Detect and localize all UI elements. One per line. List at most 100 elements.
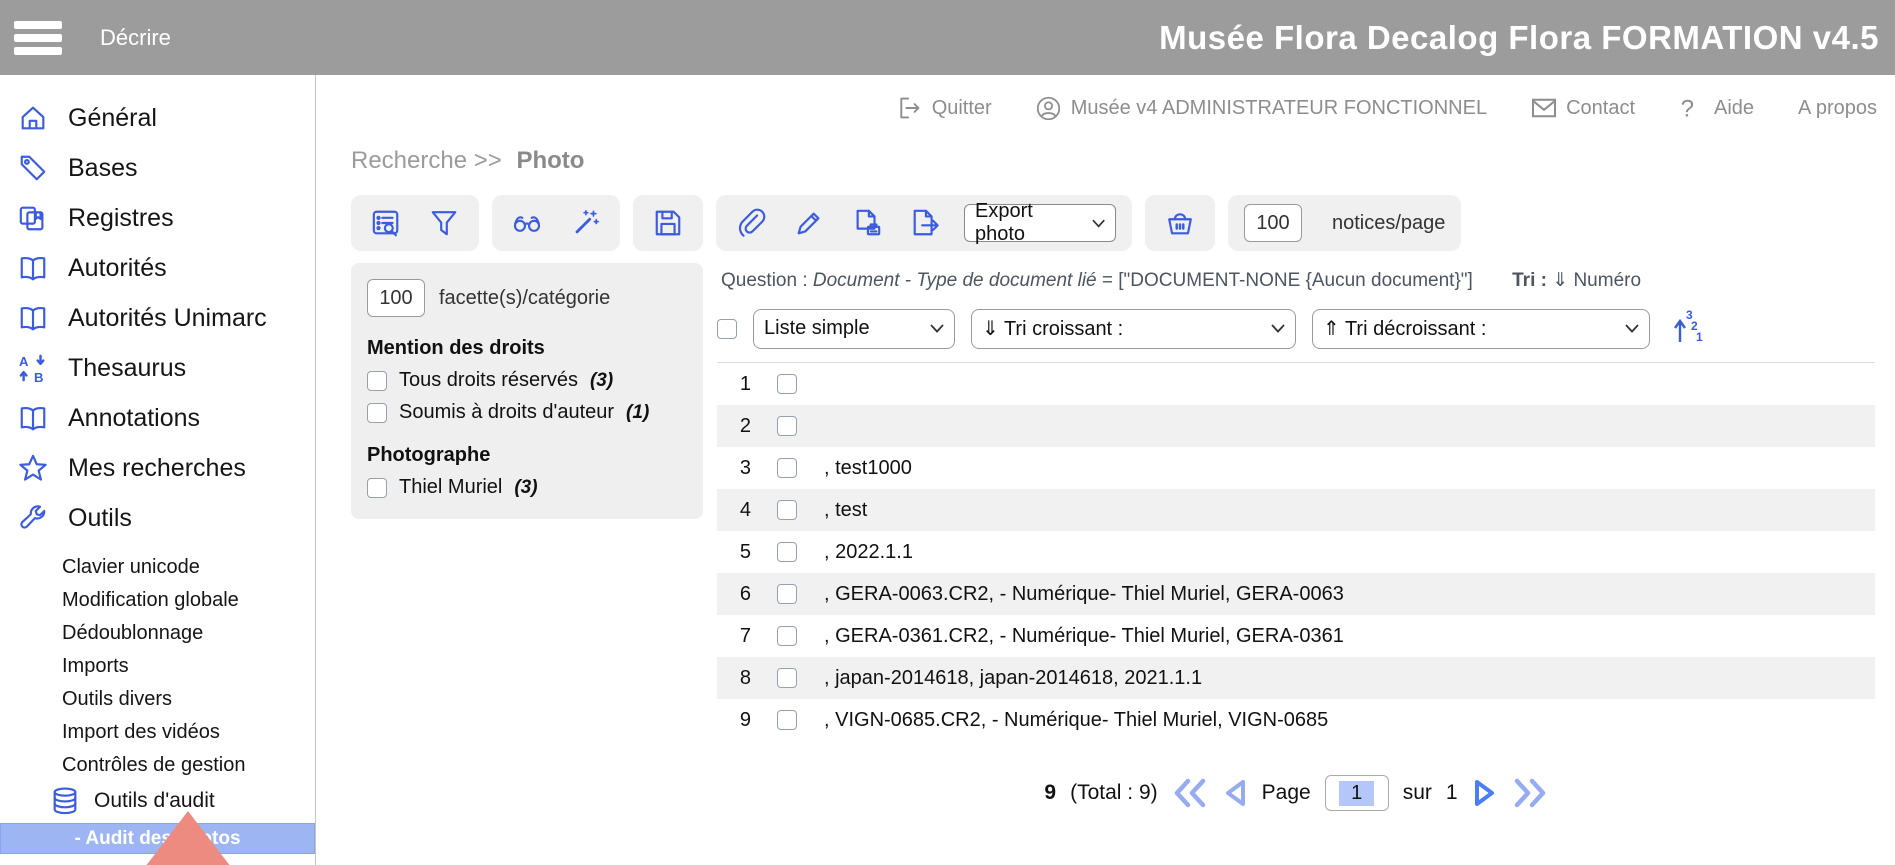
sidebar-item-autorit-s[interactable]: Autorités [0,243,315,293]
sidebar-item-label: Registres [68,204,174,233]
sidebar-item-thesaurus[interactable]: ABThesaurus [0,343,315,393]
row-checkbox[interactable] [777,542,797,562]
sidebar-item-label: Outils [68,504,132,533]
sidebar-item-label: Annotations [68,404,200,433]
facet-count-label: facette(s)/catégorie [439,287,610,310]
sidebar-item-autorit-s-unimarc[interactable]: Autorités Unimarc [0,293,315,343]
sidebar-item-outils[interactable]: Outils [0,493,315,543]
hamburger-menu-icon[interactable] [14,21,62,55]
page-number-input[interactable]: 1 [1325,775,1389,811]
sidebar-item-mes-recherches[interactable]: Mes recherches [0,443,315,493]
page-label: Page [1262,781,1311,805]
database-icon [50,785,84,817]
notices-per-page-input[interactable] [1244,204,1302,242]
result-row-9[interactable]: 9 , VIGN-0685.CR2, - Numérique- Thiel Mur… [717,699,1875,741]
filter-icon[interactable] [425,204,463,242]
facet-option-label: Tous droits réservés [399,369,578,392]
next-page-icon[interactable] [1472,778,1498,808]
result-row-8[interactable]: 8, japan-2014618, japan-2014618, 2021.1.… [717,657,1875,699]
row-checkbox[interactable] [777,416,797,436]
row-checkbox[interactable] [777,584,797,604]
sidebar-item-bases[interactable]: Bases [0,143,315,193]
sidebar-item-annotations[interactable]: Annotations [0,393,315,443]
row-checkbox[interactable] [777,374,797,394]
svg-text:?: ? [1681,95,1694,121]
sidebar-subitem-import-des-vid-os[interactable]: Import des vidéos [0,716,315,749]
list-search-icon[interactable] [367,204,405,242]
row-number: 4 [719,499,751,522]
row-number: 9 [719,709,751,732]
row-number: 3 [719,457,751,480]
select-all-checkbox[interactable] [717,319,737,339]
module-label: Décrire [100,25,171,51]
result-row-7[interactable]: 7, GERA-0361.CR2, - Numérique- Thiel Mur… [717,615,1875,657]
wrench-icon [14,500,52,536]
mail-icon [1531,95,1557,121]
list-mode-value: Liste simple [764,317,870,340]
row-number: 6 [719,583,751,606]
sidebar-item-label: Bases [68,154,137,183]
pencil-icon[interactable] [790,204,828,242]
glasses-icon[interactable] [508,204,546,242]
question-label: Question : [721,270,808,291]
result-row-2[interactable]: 2 [717,405,1875,447]
facet-panel: facette(s)/catégorie Mention des droitsT… [351,263,703,519]
toolbar-group-1 [351,195,479,251]
sort-value: ⇓ Numéro [1552,270,1641,291]
result-row-3[interactable]: 3 , test1000 [717,447,1875,489]
prev-page-icon[interactable] [1222,778,1248,808]
export-photo-select[interactable]: Export photo [964,204,1116,242]
sort-asc-select[interactable]: ⇓ Tri croissant : [971,309,1296,349]
sidebar-item-registres[interactable]: Registres [0,193,315,243]
last-page-icon[interactable] [1512,778,1548,808]
facet-option: Soumis à droits d'auteur(1) [367,401,689,424]
results-rows: 1 2 3 , test1000 4, test5, 2022.1.16, GERA-0… [717,363,1875,741]
chevron-down-icon [1271,324,1285,333]
sort-numeric-icon[interactable]: 3 2 1 [1672,308,1704,349]
pages-total: 1 [1446,781,1458,805]
result-row-5[interactable]: 5, 2022.1.1 [717,531,1875,573]
header-link-quitter[interactable]: Quitter [897,95,992,121]
result-row-6[interactable]: 6, GERA-0063.CR2, - Numérique- Thiel Mur… [717,573,1875,615]
export-doc-icon[interactable] [906,204,944,242]
list-mode-select[interactable]: Liste simple [753,309,955,349]
sidebar-subitem-clavier-unicode[interactable]: Clavier unicode [0,551,315,584]
facet-count-input[interactable] [367,279,425,317]
sidebar-subitem-contr-les-de-gestion[interactable]: Contrôles de gestion [0,749,315,782]
print-doc-icon[interactable] [848,204,886,242]
result-row-4[interactable]: 4, test [717,489,1875,531]
row-checkbox[interactable] [777,458,797,478]
row-text: , japan-2014618, japan-2014618, 2021.1.1 [824,667,1202,690]
facet-checkbox-tous-droits-r-serv-s[interactable] [367,371,387,391]
row-checkbox[interactable] [777,710,797,730]
row-text: , 2022.1.1 [824,541,913,564]
sort-desc-value: ⇑ Tri décroissant : [1323,316,1486,341]
sidebar-subitem-outils-divers[interactable]: Outils divers [0,683,315,716]
row-text: , VIGN-0685.CR2, - Numérique- Thiel Muri… [824,709,1328,732]
basket-icon[interactable] [1161,204,1199,242]
row-checkbox[interactable] [777,668,797,688]
sidebar-subitem-modification-globale[interactable]: Modification globale [0,584,315,617]
header-link-aide[interactable]: ?Aide [1679,95,1754,121]
row-text: , test1000 [824,457,912,480]
svg-text:A: A [19,354,29,369]
paperclip-icon[interactable] [732,204,770,242]
first-page-icon[interactable] [1172,778,1208,808]
facet-checkbox-thiel-muriel[interactable] [367,478,387,498]
header-link-contact[interactable]: Contact [1531,95,1635,121]
sort-alpha-icon: AB [14,350,52,386]
sidebar-subitem-imports[interactable]: Imports [0,650,315,683]
result-row-1[interactable]: 1 [717,363,1875,405]
sidebar-item-label: Autorités Unimarc [68,304,267,333]
facet-checkbox-soumis-droits-d-auteur[interactable] [367,403,387,423]
save-icon[interactable] [649,204,687,242]
sidebar-item-g-n-ral[interactable]: Général [0,93,315,143]
row-number: 2 [719,415,751,438]
wand-icon[interactable] [566,204,604,242]
sort-desc-select[interactable]: ⇑ Tri décroissant : [1312,309,1650,349]
row-checkbox[interactable] [777,500,797,520]
sidebar-subitem-d-doublonnage[interactable]: Dédoublonnage [0,617,315,650]
header-link-a-propos[interactable]: A propos [1798,97,1877,120]
header-link-mus-e-v4-administrateur-fonctionnel[interactable]: Musée v4 ADMINISTRATEUR FONCTIONNEL [1036,95,1487,121]
row-checkbox[interactable] [777,626,797,646]
